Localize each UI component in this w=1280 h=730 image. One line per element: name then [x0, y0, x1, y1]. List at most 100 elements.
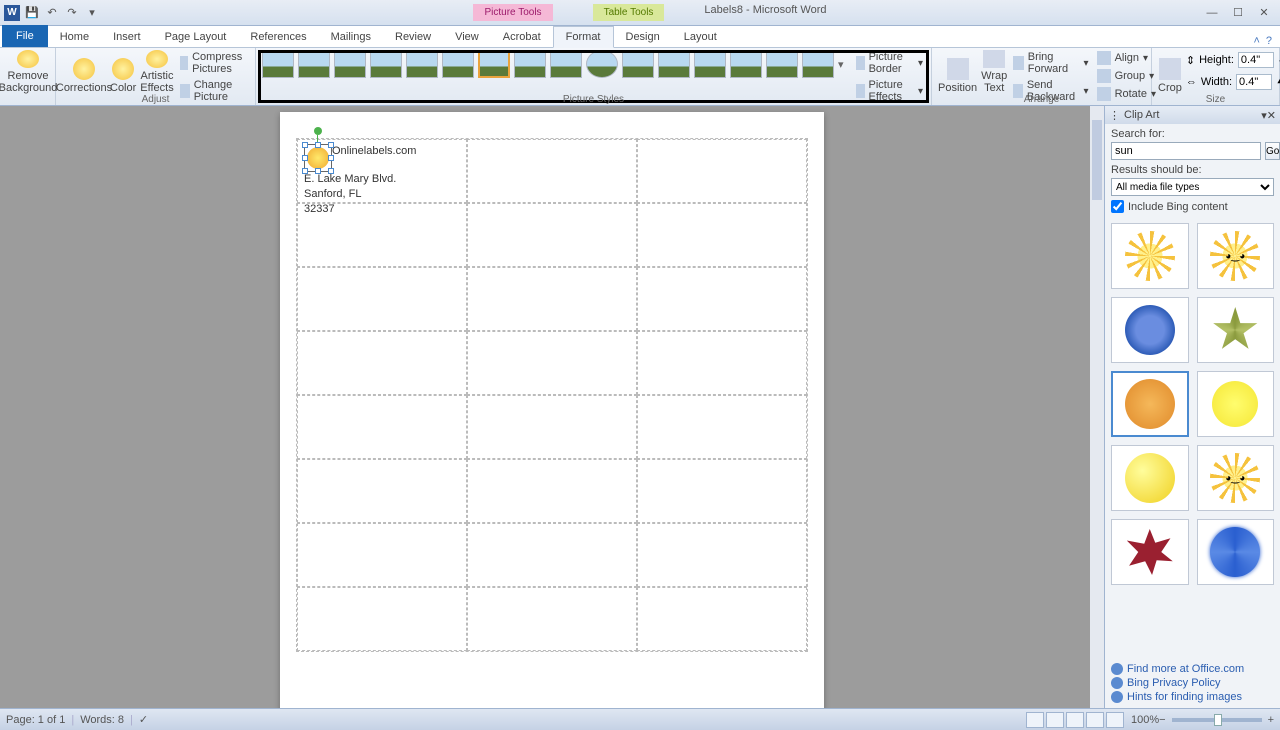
- tab-home[interactable]: Home: [48, 27, 101, 47]
- tab-layout[interactable]: Layout: [672, 27, 729, 47]
- align-button[interactable]: Align ▾: [1095, 50, 1158, 66]
- group-button[interactable]: Group ▾: [1095, 68, 1158, 84]
- label-cell[interactable]: [467, 459, 637, 523]
- ribbon-tabs: File Home Insert Page Layout References …: [0, 26, 1280, 48]
- label-cell[interactable]: [467, 587, 637, 651]
- label-cell[interactable]: [637, 267, 807, 331]
- help-icon: [1111, 691, 1123, 703]
- results-panel[interactable]: [1105, 217, 1280, 658]
- label-cell[interactable]: [467, 395, 637, 459]
- rotate-handle[interactable]: [314, 127, 322, 135]
- resize-handle[interactable]: [328, 142, 334, 148]
- tab-design[interactable]: Design: [614, 27, 672, 47]
- spinner-icon[interactable]: ⯅⯆: [1276, 76, 1280, 89]
- compress-pictures-button[interactable]: Compress Pictures: [178, 50, 250, 76]
- tab-format[interactable]: Format: [553, 26, 614, 48]
- label-cell[interactable]: [297, 331, 467, 395]
- clipart-result[interactable]: [1197, 223, 1275, 289]
- corrections-button[interactable]: Corrections: [62, 50, 106, 94]
- height-icon: ⇕: [1186, 54, 1195, 67]
- undo-icon[interactable]: ↶: [44, 5, 60, 21]
- tab-insert[interactable]: Insert: [101, 27, 153, 47]
- address-line[interactable]: E. Lake Mary Blvd.: [304, 173, 396, 185]
- label-cell[interactable]: [467, 523, 637, 587]
- close-button[interactable]: ✕: [1252, 5, 1276, 21]
- wrap-text-button[interactable]: Wrap Text: [981, 50, 1007, 94]
- height-input[interactable]: [1238, 52, 1274, 68]
- minimize-button[interactable]: —: [1200, 5, 1224, 21]
- resize-handle[interactable]: [315, 168, 321, 174]
- resize-handle[interactable]: [302, 155, 308, 161]
- label-cell[interactable]: [637, 139, 807, 203]
- privacy-link[interactable]: Bing Privacy Policy: [1111, 676, 1274, 690]
- label-cell[interactable]: [467, 267, 637, 331]
- label-cell[interactable]: [297, 587, 467, 651]
- resize-handle[interactable]: [302, 142, 308, 148]
- label-cell[interactable]: [637, 459, 807, 523]
- clipart-result[interactable]: [1111, 445, 1189, 511]
- clipart-result[interactable]: [1111, 371, 1189, 437]
- vertical-scrollbar[interactable]: [1090, 106, 1104, 708]
- results-select[interactable]: All media file types: [1111, 178, 1274, 196]
- tab-review[interactable]: Review: [383, 27, 443, 47]
- artistic-effects-button[interactable]: Artistic Effects: [140, 50, 173, 94]
- pane-close-icon[interactable]: ✕: [1267, 109, 1276, 122]
- document-area[interactable]: Onlinelabels.com E. Lake Mary Blvd. Sanf…: [0, 106, 1104, 708]
- include-bing-checkbox[interactable]: [1111, 200, 1124, 213]
- label-cell[interactable]: [297, 267, 467, 331]
- address-line[interactable]: 32337: [304, 203, 335, 215]
- width-input[interactable]: [1236, 74, 1272, 90]
- tab-acrobat[interactable]: Acrobat: [491, 27, 553, 47]
- label-cell[interactable]: [637, 587, 807, 651]
- label-cell[interactable]: [467, 331, 637, 395]
- label-cell[interactable]: [297, 459, 467, 523]
- tab-view[interactable]: View: [443, 27, 491, 47]
- picture-style-thumb[interactable]: [478, 50, 510, 78]
- office-link[interactable]: Find more at Office.com: [1111, 662, 1274, 676]
- bring-forward-button[interactable]: Bring Forward ▾: [1011, 50, 1090, 76]
- resize-handle[interactable]: [302, 168, 308, 174]
- clipart-result[interactable]: [1197, 297, 1275, 363]
- search-input[interactable]: [1111, 142, 1261, 160]
- address-line[interactable]: Sanford, FL: [304, 188, 361, 200]
- globe-icon: [1111, 663, 1123, 675]
- tab-mailings[interactable]: Mailings: [319, 27, 383, 47]
- help-icon[interactable]: ?: [1266, 35, 1272, 47]
- qat-dropdown-icon[interactable]: ▾: [84, 5, 100, 21]
- label-cell[interactable]: [637, 331, 807, 395]
- clipart-result[interactable]: [1111, 297, 1189, 363]
- address-line[interactable]: Onlinelabels.com: [332, 145, 416, 157]
- clipart-result[interactable]: [1111, 223, 1189, 289]
- label-cell[interactable]: [297, 395, 467, 459]
- label-cell[interactable]: [637, 203, 807, 267]
- position-button[interactable]: Position: [938, 50, 977, 94]
- hints-link[interactable]: Hints for finding images: [1111, 690, 1274, 704]
- remove-background-button[interactable]: Remove Background: [6, 50, 50, 94]
- ribbon-minimize-icon[interactable]: ˄: [1253, 35, 1259, 47]
- clipart-result[interactable]: [1111, 519, 1189, 585]
- crop-button[interactable]: Crop: [1158, 50, 1182, 94]
- label-cell[interactable]: [297, 523, 467, 587]
- resize-handle[interactable]: [328, 155, 334, 161]
- save-icon[interactable]: 💾: [24, 5, 40, 21]
- inserted-clipart[interactable]: [304, 144, 332, 172]
- tab-page-layout[interactable]: Page Layout: [153, 27, 239, 47]
- resize-handle[interactable]: [328, 168, 334, 174]
- maximize-button[interactable]: ☐: [1226, 5, 1250, 21]
- color-button[interactable]: Color: [110, 50, 136, 94]
- pane-title: Clip Art: [1124, 109, 1159, 121]
- go-button[interactable]: Go: [1265, 142, 1280, 160]
- label-cell[interactable]: Onlinelabels.com E. Lake Mary Blvd. Sanf…: [297, 139, 467, 203]
- pane-grip-icon[interactable]: ⋮: [1109, 109, 1120, 122]
- label-cell[interactable]: [467, 203, 637, 267]
- label-cell[interactable]: [637, 523, 807, 587]
- file-tab[interactable]: File: [2, 25, 48, 47]
- clipart-result[interactable]: [1197, 445, 1275, 511]
- label-cell[interactable]: [467, 139, 637, 203]
- clipart-result[interactable]: [1197, 371, 1275, 437]
- label-cell[interactable]: [637, 395, 807, 459]
- redo-icon[interactable]: ↷: [64, 5, 80, 21]
- clipart-result[interactable]: [1197, 519, 1275, 585]
- resize-handle[interactable]: [315, 142, 321, 148]
- tab-references[interactable]: References: [238, 27, 318, 47]
